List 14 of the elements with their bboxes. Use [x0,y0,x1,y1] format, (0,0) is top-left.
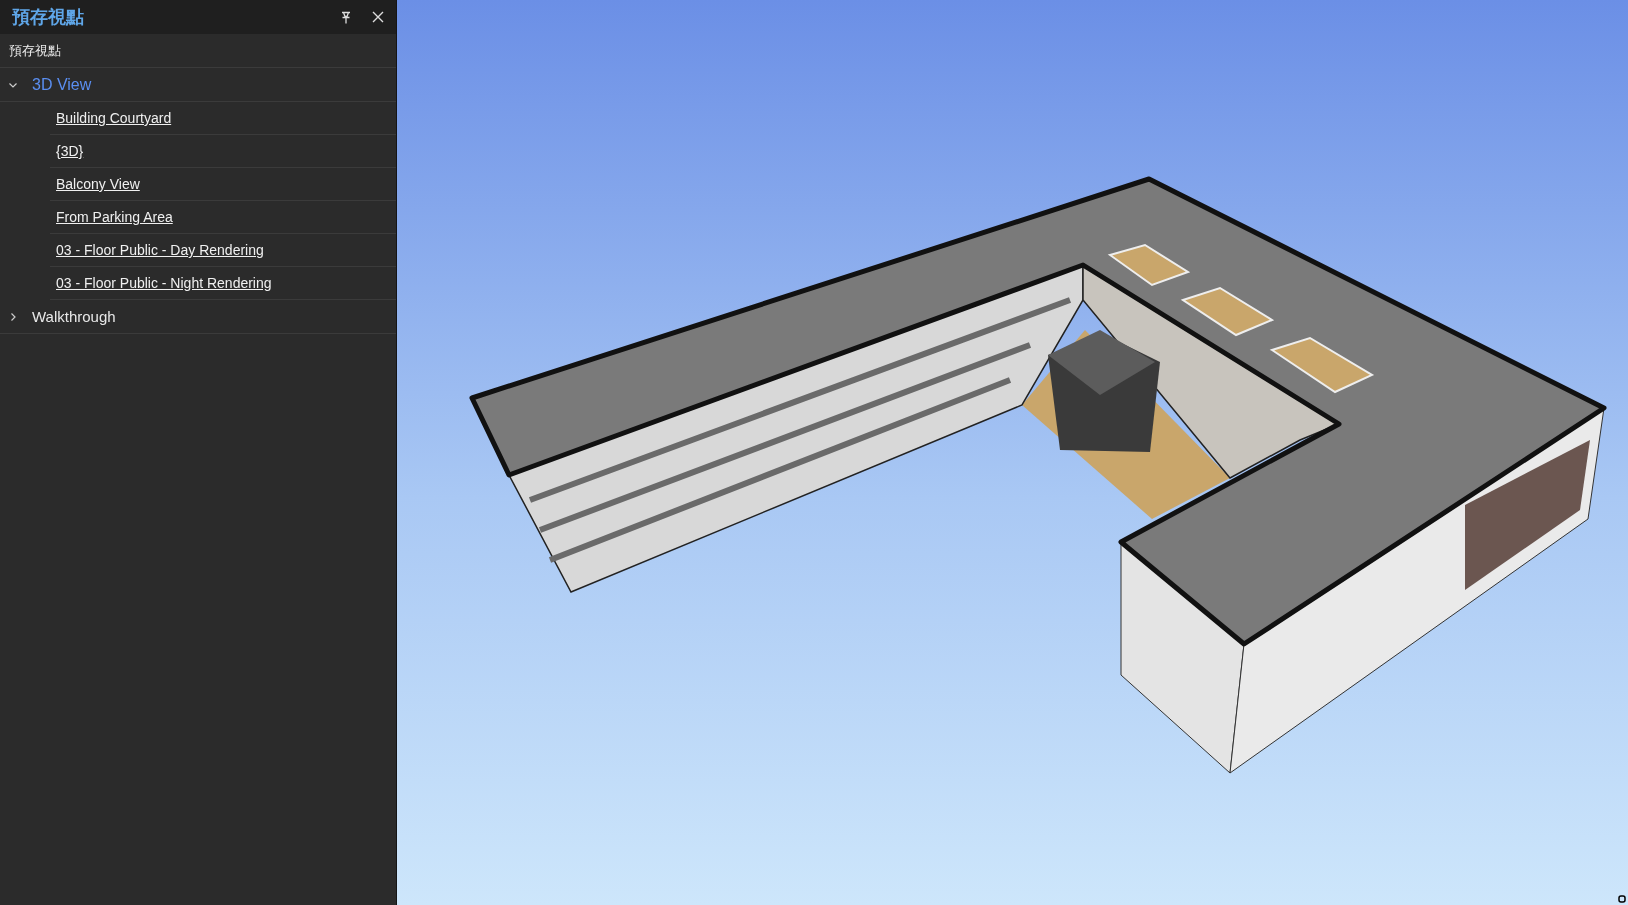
corner-icon [1618,895,1626,903]
viewpoint-link[interactable]: 03 - Floor Public - Day Rendering [56,242,264,258]
viewpoint-link[interactable]: {3D} [56,143,84,159]
viewpoint-link[interactable]: Building Courtyard [56,110,172,126]
pin-icon[interactable] [340,10,352,24]
viewpoint-link[interactable]: 03 - Floor Public - Night Rendering [56,275,272,291]
panel-title: 預存視點 [12,5,84,29]
viewpoint-link[interactable]: Balcony View [56,176,140,192]
panel-subtitle: 預存視點 [0,34,396,68]
viewpoint-link[interactable]: From Parking Area [56,209,173,225]
chevron-right-icon[interactable] [8,311,18,322]
tree-folder[interactable]: Walkthrough [32,308,116,325]
close-icon[interactable] [372,11,384,23]
tree-folder[interactable]: 3D View [32,75,92,94]
